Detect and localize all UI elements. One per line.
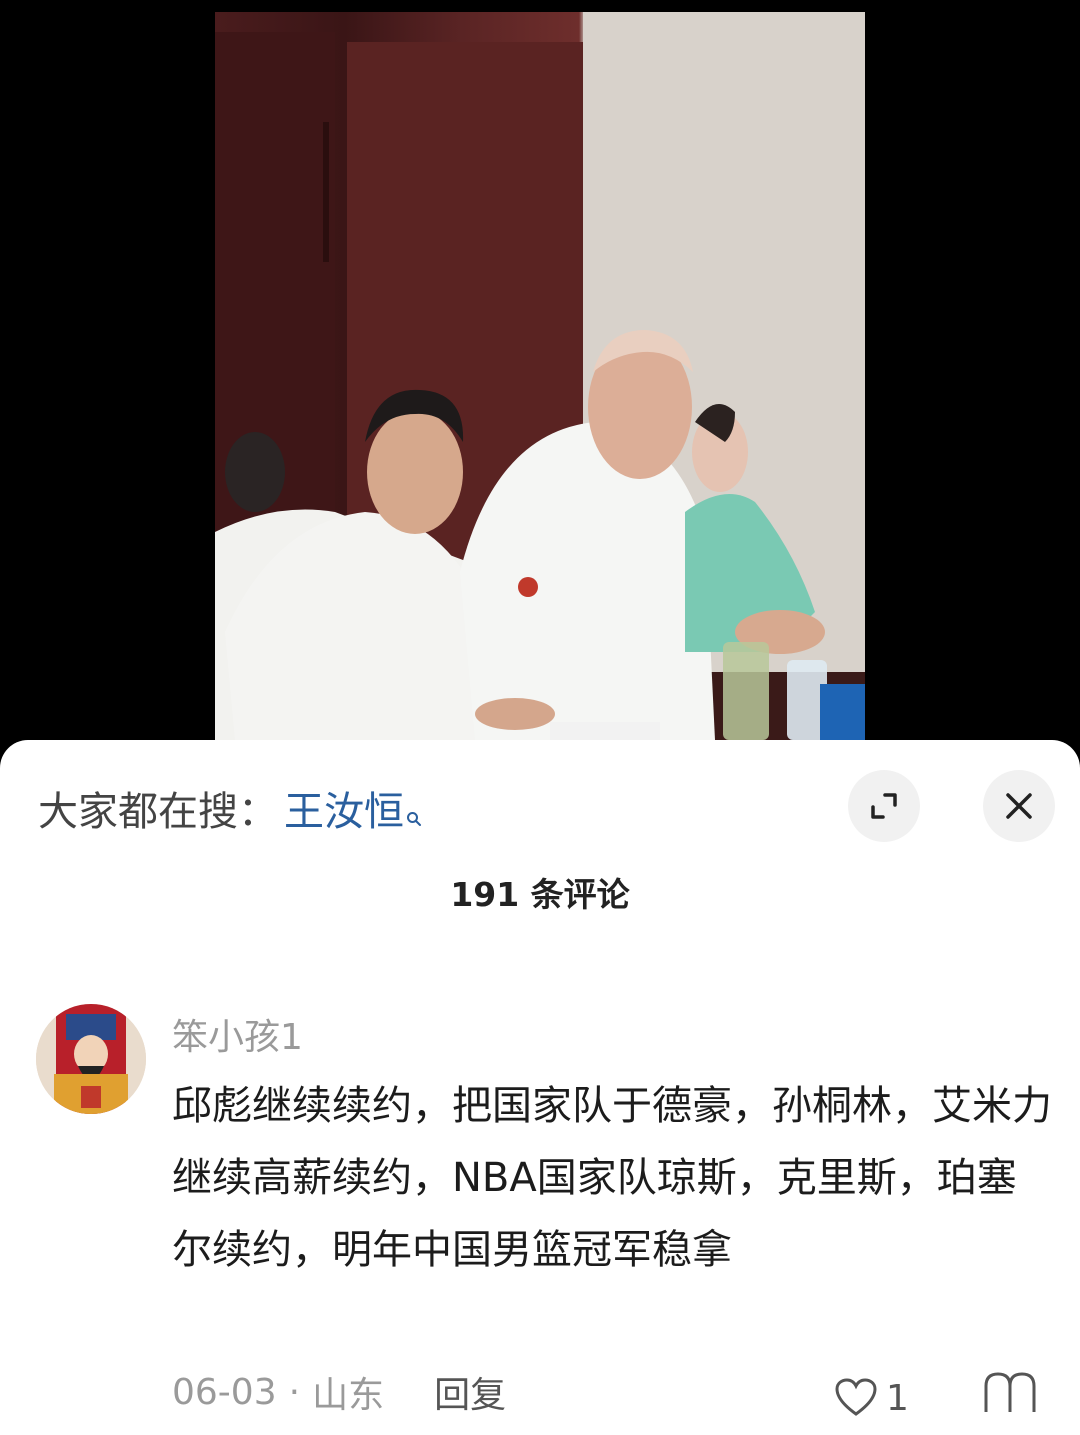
close-button[interactable] <box>983 770 1055 842</box>
avatar[interactable] <box>36 1004 146 1114</box>
like-count: 1 <box>886 1377 909 1419</box>
trending-search-prefix: 大家都在搜： <box>38 789 278 835</box>
close-icon <box>1006 793 1032 819</box>
comment-location: 山东 <box>312 1375 385 1416</box>
video-scene <box>215 12 865 740</box>
heart-icon <box>835 1378 877 1416</box>
comment-date: 06-03 <box>172 1371 277 1413</box>
more-icon <box>984 1372 1036 1412</box>
trending-search-bar[interactable]: 大家都在搜： 王汝恒 <box>38 778 422 838</box>
trending-search-term[interactable]: 王汝恒 <box>284 779 404 837</box>
comments-sheet: 大家都在搜： 王汝恒 191 条评论 笨小孩1 邱彪继续续约，把国家队于德豪，孙… <box>0 740 1080 1435</box>
expand-icon <box>871 793 897 819</box>
more-button[interactable] <box>980 1368 1040 1422</box>
comment-username[interactable]: 笨小孩1 <box>172 1008 303 1060</box>
video-player[interactable] <box>0 0 1080 760</box>
comment-text: 邱彪继续续约，把国家队于德豪，孙桐林，艾米力继续高薪续约，NBA国家队琼斯，克里… <box>172 1083 1052 1273</box>
video-frame[interactable] <box>215 12 865 740</box>
comment-count: 191 条评论 <box>450 875 630 914</box>
like-button[interactable]: 1 <box>834 1368 909 1428</box>
meta-separator: · <box>288 1371 301 1413</box>
expand-button[interactable] <box>848 770 920 842</box>
reply-button[interactable]: 回复 <box>434 1366 506 1418</box>
search-icon <box>406 791 422 826</box>
comment-meta: 06-03 · 山东 回复 <box>172 1362 506 1422</box>
